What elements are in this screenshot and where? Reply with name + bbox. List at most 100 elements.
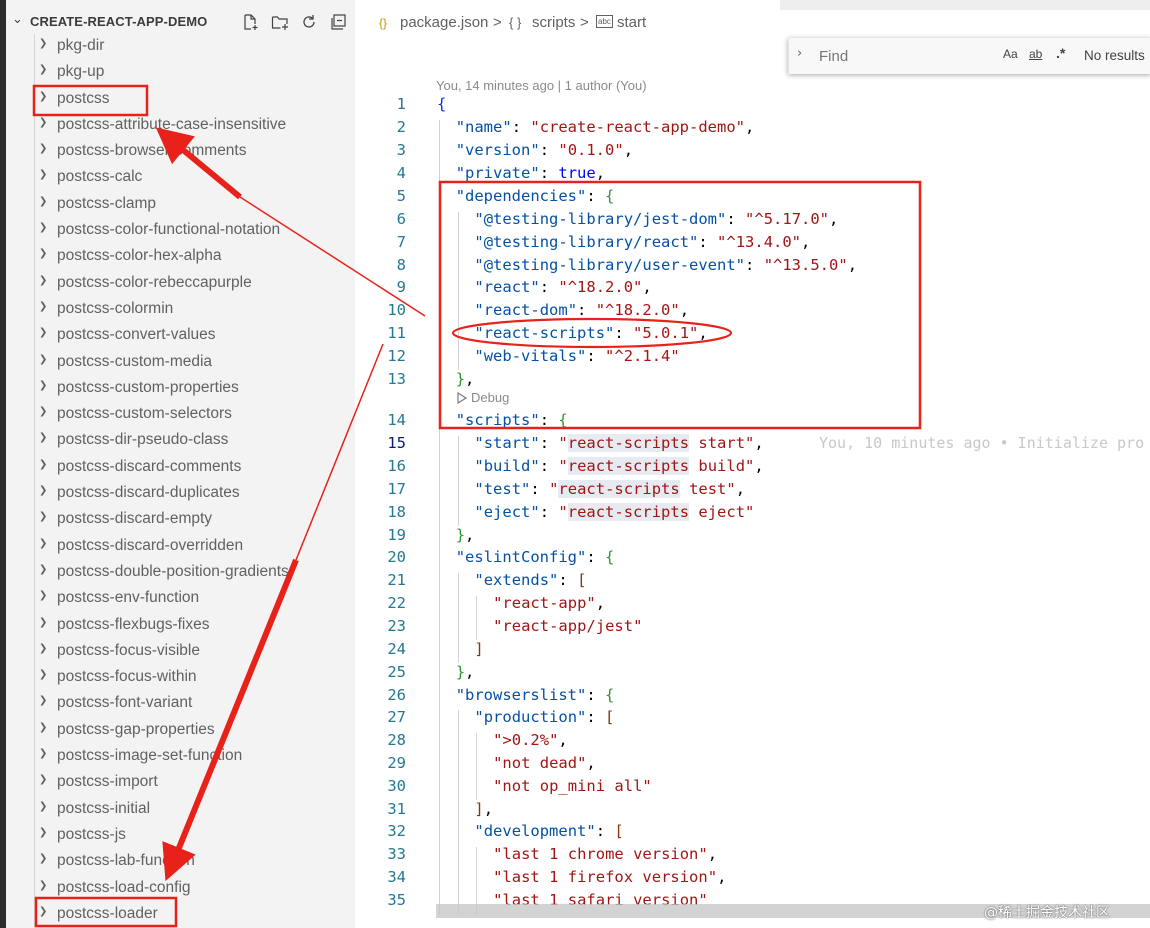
line-number: 26 — [387, 686, 406, 704]
tree-item[interactable]: ❯ pkg-dir — [6, 33, 355, 59]
code-line[interactable]: 32 "development": [ — [355, 822, 1150, 845]
tree-item[interactable]: ❯ postcss-custom-media — [6, 349, 355, 375]
whole-word-toggle[interactable]: ab — [1029, 47, 1042, 61]
code-line[interactable]: 30 "not op_mini all" — [355, 777, 1150, 800]
string-icon: abc — [596, 15, 613, 28]
tree-item[interactable]: ❯ postcss-discard-overridden — [6, 533, 355, 559]
code-line[interactable]: 26 "browserslist": { — [355, 686, 1150, 709]
debug-codelens[interactable]: Debug — [457, 390, 509, 407]
code-line[interactable]: 31], — [355, 800, 1150, 823]
chevron-right-icon[interactable]: › — [797, 46, 802, 61]
code-line[interactable]: 11 "react-scripts": "5.0.1", — [355, 324, 1150, 347]
code-line[interactable]: 28 ">0.2%", — [355, 731, 1150, 754]
code-line[interactable]: 21 "extends": [ — [355, 571, 1150, 594]
code-line[interactable]: 6 "@testing-library/jest-dom": "^5.17.0", — [355, 210, 1150, 233]
code-line[interactable]: 3 "version": "0.1.0", — [355, 141, 1150, 164]
tree-item[interactable]: ❯ postcss-js — [6, 822, 355, 848]
new-folder-icon[interactable] — [270, 12, 290, 32]
code-line[interactable]: 29 "not dead", — [355, 754, 1150, 777]
breadcrumb-file[interactable]: package.json — [400, 14, 488, 31]
code-line[interactable]: 1{ — [355, 95, 1150, 118]
tree-item[interactable]: ❯ postcss-loader — [6, 901, 355, 927]
tree-item[interactable]: ❯ postcss-initial — [6, 796, 355, 822]
code-line[interactable]: 20 "eslintConfig": { — [355, 548, 1150, 571]
code-line[interactable]: 33 "last 1 chrome version", — [355, 845, 1150, 868]
regex-toggle[interactable]: .* — [1056, 45, 1065, 61]
code-line[interactable]: 16 "build": "react-scripts build", — [355, 457, 1150, 480]
tree-item[interactable]: ❯ postcss-env-function — [6, 585, 355, 611]
code-line[interactable]: 27 "production": [ — [355, 708, 1150, 731]
code-line[interactable]: 5 "dependencies": { — [355, 187, 1150, 210]
chevron-down-icon[interactable]: ⌄ — [12, 12, 23, 27]
code-line[interactable]: 34 "last 1 firefox version", — [355, 868, 1150, 891]
find-input[interactable] — [815, 44, 1023, 68]
tree-item[interactable]: ❯ postcss-convert-values — [6, 322, 355, 348]
code-line[interactable]: 19}, — [355, 526, 1150, 549]
tree-item[interactable]: ❯ pkg-up — [6, 59, 355, 85]
code-text: "build": "react-scripts build", — [474, 457, 764, 475]
code-text: }, — [455, 370, 475, 388]
tree-item[interactable]: ❯ postcss-double-position-gradients — [6, 559, 355, 585]
tree-item[interactable]: ❯ postcss-focus-within — [6, 664, 355, 690]
tree-item[interactable]: ❯ postcss-lab-function — [6, 848, 355, 874]
explorer-title: CREATE-REACT-APP-DEMO — [30, 14, 208, 29]
tree-item[interactable]: ❯ postcss-custom-properties — [6, 375, 355, 401]
tree-item[interactable]: ❯ postcss-focus-visible — [6, 638, 355, 664]
tree-item-label: postcss-convert-values — [57, 326, 216, 344]
code-text: "last 1 firefox version", — [493, 868, 727, 886]
code-line[interactable]: 22 "react-app", — [355, 594, 1150, 617]
code-line[interactable]: 23 "react-app/jest" — [355, 617, 1150, 640]
code-line[interactable]: 18 "eject": "react-scripts eject" — [355, 503, 1150, 526]
code-text: "web-vitals": "^2.1.4" — [474, 347, 680, 365]
tree-item[interactable]: ❯ postcss — [6, 86, 355, 112]
match-case-toggle[interactable]: Aa — [1003, 47, 1018, 61]
tree-item[interactable]: ❯ postcss-color-hex-alpha — [6, 243, 355, 269]
code-line[interactable]: 2 "name": "create-react-app-demo", — [355, 118, 1150, 141]
code-line[interactable]: 7 "@testing-library/react": "^13.4.0", — [355, 233, 1150, 256]
line-number: 7 — [396, 233, 406, 251]
tree-item[interactable]: ❯ postcss-browser-comments — [6, 138, 355, 164]
collapse-all-icon[interactable] — [328, 12, 348, 32]
tree-item-label: postcss-initial — [57, 799, 151, 817]
tree-item[interactable]: ❯ postcss-custom-selectors — [6, 401, 355, 427]
tree-item[interactable]: ❯ postcss-color-functional-notation — [6, 217, 355, 243]
tree-item[interactable]: ❯ postcss-clamp — [6, 191, 355, 217]
code-line[interactable]: 9 "react": "^18.2.0", — [355, 278, 1150, 301]
breadcrumb-separator: > — [493, 14, 502, 31]
line-number: 27 — [387, 708, 406, 726]
chevron-right-icon: ❯ — [39, 195, 48, 207]
chevron-right-icon: ❯ — [39, 432, 48, 444]
code-text: "last 1 chrome version", — [493, 845, 718, 863]
code-line[interactable]: 10 "react-dom": "^18.2.0", — [355, 301, 1150, 324]
tab-bar-strip — [780, 0, 1150, 10]
tree-item[interactable]: ❯ postcss-flexbugs-fixes — [6, 612, 355, 638]
tree-item-label: postcss-custom-media — [57, 352, 213, 370]
code-line[interactable]: 12 "web-vitals": "^2.1.4" — [355, 347, 1150, 370]
tree-item[interactable]: ❯ postcss-image-set-function — [6, 743, 355, 769]
code-text: "browserslist": { — [455, 686, 615, 704]
tree-item[interactable]: ❯ postcss-font-variant — [6, 690, 355, 716]
tree-item[interactable]: ❯ postcss-import — [6, 769, 355, 795]
code-line[interactable]: 14 "scripts": { — [355, 411, 1150, 434]
code-line[interactable]: 4 "private": true, — [355, 164, 1150, 187]
tree-item[interactable]: ❯ postcss-calc — [6, 164, 355, 190]
code-line[interactable]: 25}, — [355, 663, 1150, 686]
tree-item[interactable]: ❯ postcss-discard-duplicates — [6, 480, 355, 506]
tree-item[interactable]: ❯ postcss-attribute-case-insensitive — [6, 112, 355, 138]
tree-item[interactable]: ❯ postcss-discard-comments — [6, 454, 355, 480]
chevron-right-icon: ❯ — [39, 590, 48, 602]
tree-item[interactable]: ❯ postcss-gap-properties — [6, 717, 355, 743]
tree-item[interactable]: ❯ postcss-color-rebeccapurple — [6, 270, 355, 296]
new-file-icon[interactable] — [240, 12, 260, 32]
line-number: 18 — [387, 503, 406, 521]
code-line[interactable]: 8 "@testing-library/user-event": "^13.5.0… — [355, 256, 1150, 279]
breadcrumb-scripts[interactable]: scripts — [532, 14, 575, 31]
tree-item[interactable]: ❯ postcss-load-config — [6, 875, 355, 901]
refresh-icon[interactable] — [299, 12, 319, 32]
tree-item[interactable]: ❯ postcss-dir-pseudo-class — [6, 427, 355, 453]
code-line[interactable]: 24] — [355, 640, 1150, 663]
code-line[interactable]: 17 "test": "react-scripts test", — [355, 480, 1150, 503]
breadcrumb-start[interactable]: start — [617, 14, 646, 31]
tree-item[interactable]: ❯ postcss-discard-empty — [6, 506, 355, 532]
tree-item[interactable]: ❯ postcss-colormin — [6, 296, 355, 322]
